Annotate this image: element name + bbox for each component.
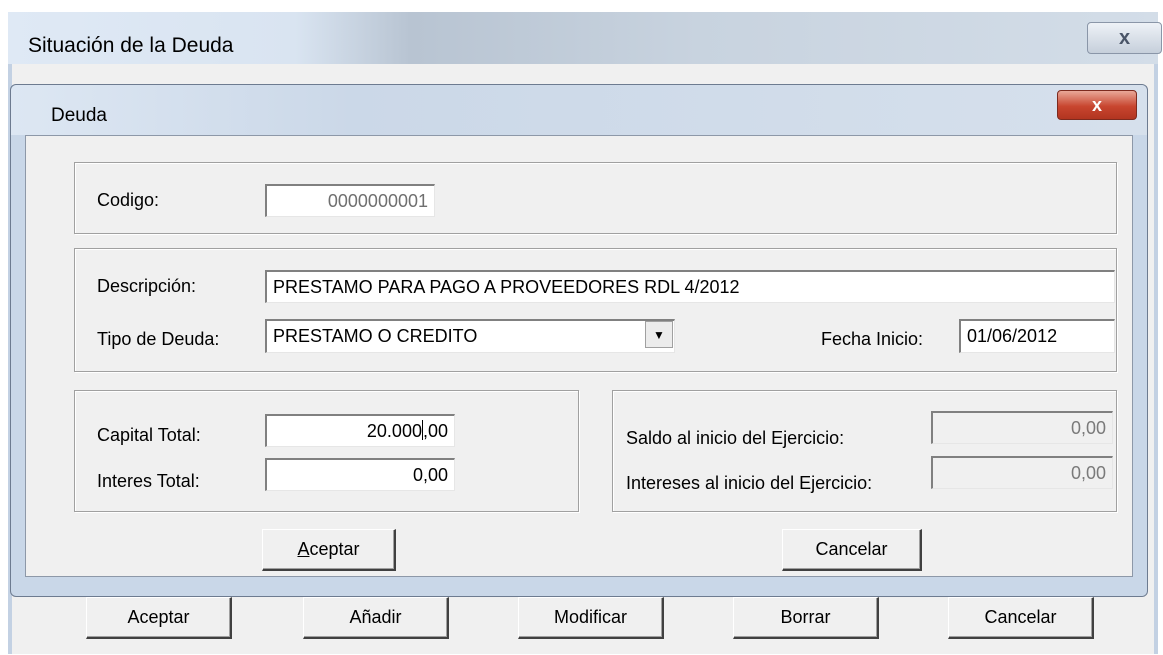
tipo-deuda-select[interactable]: PRESTAMO O CREDITO [265,319,675,353]
saldo-inicio-label: Saldo al inicio del Ejercicio: [626,428,845,448]
outer-frame-right [1154,64,1158,654]
descripcion-group: Descripción: PRESTAMO PARA PAGO A PROVEE… [74,248,1117,372]
fecha-inicio-field[interactable]: 01/06/2012 [959,319,1115,353]
capital-total-label: Capital Total: [97,425,201,445]
outer-borrar-button[interactable]: Borrar [733,597,879,639]
outer-cancelar-button[interactable]: Cancelar [948,597,1094,639]
outer-anadir-button[interactable]: Añadir [303,597,449,639]
codigo-group: Codigo: 0000000001 [74,162,1117,234]
dialog-title: Deuda [51,105,107,126]
outer-window-title: Situación de la Deuda [28,34,234,57]
capital-total-dec: ,00 [422,421,448,441]
close-icon: x [1118,26,1131,49]
capital-total-field[interactable]: 20.000,00 [265,414,455,447]
tipo-deuda-label: Tipo de Deuda: [97,329,220,349]
tipo-deuda-value: PRESTAMO O CREDITO [273,326,478,346]
dialog-titlebar[interactable]: Deuda x [11,85,1147,135]
outer-modificar-button[interactable]: Modificar [518,597,664,639]
fecha-inicio-label: Fecha Inicio: [821,329,924,349]
saldo-group: Saldo al inicio del Ejercicio: 0,00 Inte… [612,390,1117,512]
interes-total-field[interactable]: 0,00 [265,458,455,491]
intereses-inicio-field: 0,00 [931,456,1113,489]
dialog-aceptar-button[interactable]: Aceptar [262,529,396,571]
aceptar-label: ceptar [309,539,360,559]
interes-total-label: Interes Total: [97,471,200,491]
outer-titlebar[interactable]: Situación de la Deuda x [8,12,1162,64]
outer-close-button[interactable]: x [1087,22,1162,54]
descripcion-field[interactable]: PRESTAMO PARA PAGO A PROVEEDORES RDL 4/2… [265,270,1115,303]
descripcion-label: Descripción: [97,276,197,296]
saldo-inicio-field: 0,00 [931,411,1113,444]
codigo-label: Codigo: [97,190,160,210]
capital-group: Capital Total: 20.000,00 Interes Total: … [74,390,579,512]
capital-total-int: 20.000 [366,421,422,441]
chevron-down-icon[interactable]: ▼ [645,321,673,348]
deuda-dialog: Deuda x Codigo: 0000000001 Descripción: … [10,84,1148,597]
codigo-field[interactable]: 0000000001 [265,184,435,217]
aceptar-accelerator: A [297,539,310,559]
intereses-inicio-label: Intereses al inicio del Ejercicio: [626,473,873,493]
dialog-client-area: Codigo: 0000000001 Descripción: PRESTAMO… [25,135,1133,577]
outer-aceptar-button[interactable]: Aceptar [86,597,232,639]
close-icon: x [1091,94,1102,115]
dialog-close-button[interactable]: x [1057,90,1137,120]
dialog-cancelar-button[interactable]: Cancelar [782,529,922,571]
